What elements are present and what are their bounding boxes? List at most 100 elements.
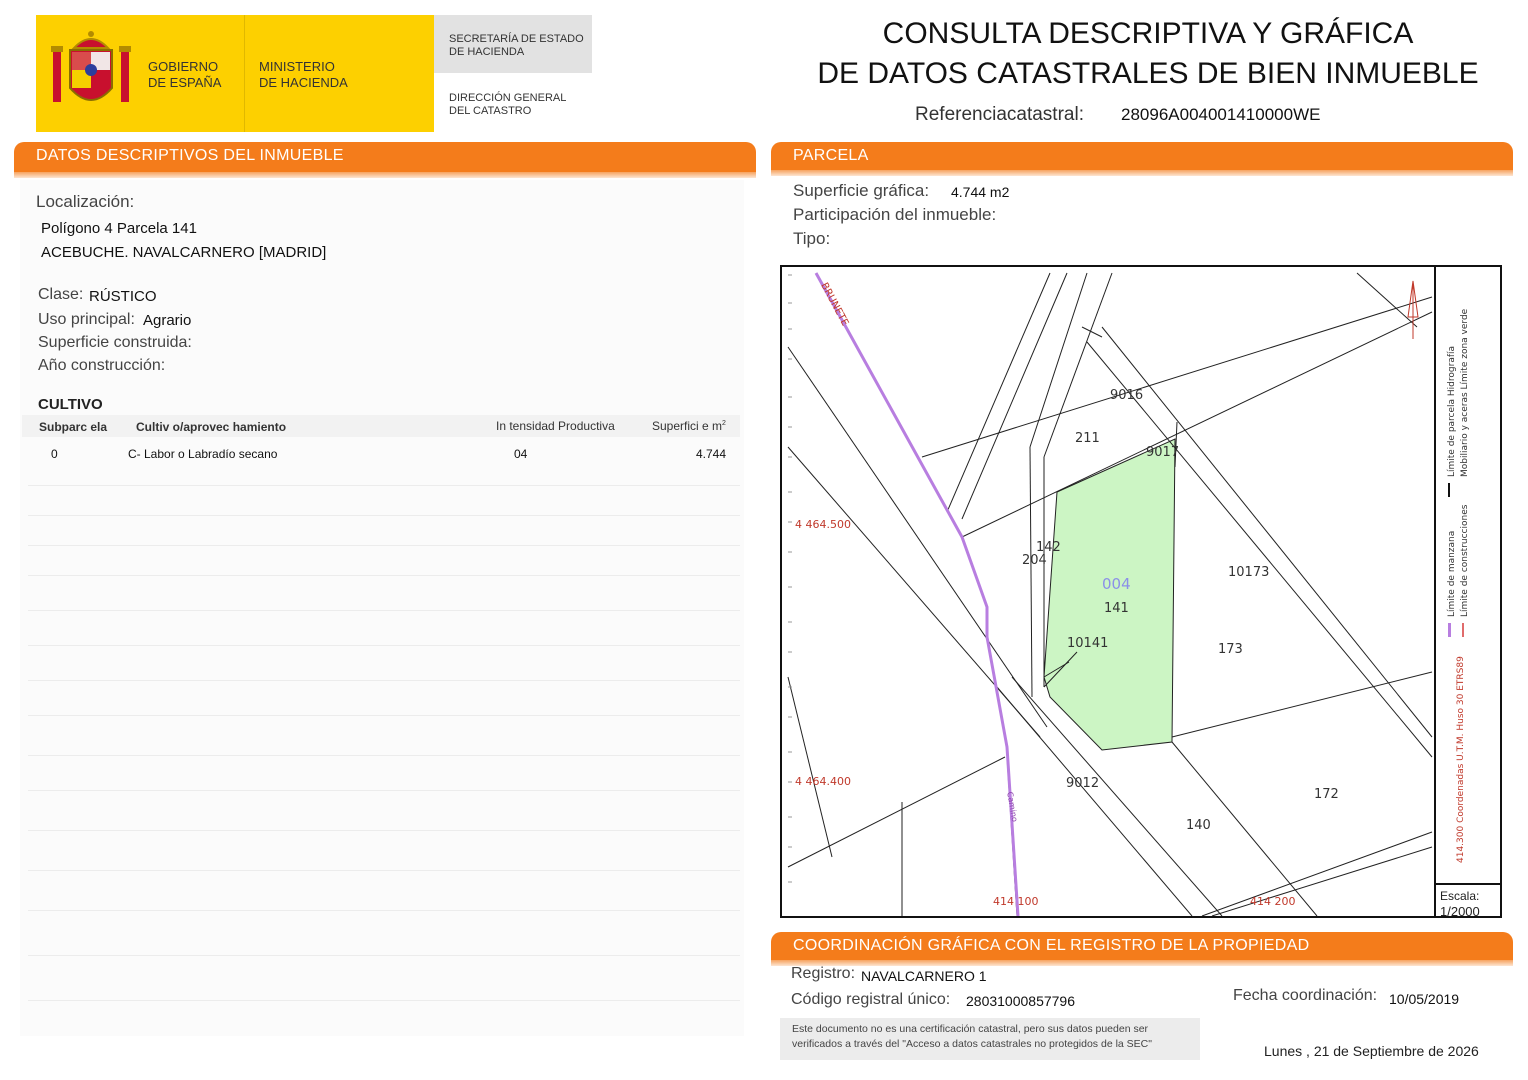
clase-value: RÚSTICO — [89, 288, 157, 305]
registro-label: Registro: — [791, 965, 856, 982]
table-divider — [28, 830, 740, 831]
parcel-10141: 10141 — [1067, 636, 1109, 651]
fecha-coordinacion-label: Fecha coordinación: — [1233, 987, 1378, 1004]
direccion-line1: DIRECCIÓN GENERAL — [449, 92, 567, 104]
table-divider — [28, 575, 740, 576]
table-divider — [28, 515, 740, 516]
parcel-9016: 9016 — [1110, 388, 1144, 403]
parcela-section-title: PARCELA — [793, 147, 869, 164]
scale-box: Escala: 1/2000 — [1434, 883, 1502, 919]
localizacion-label: Localización: — [36, 192, 135, 211]
col-superficie: Superfici e m2 — [652, 419, 726, 433]
codigo-label: Código registral único: — [791, 991, 951, 1008]
title-line2: DE DATOS CATASTRALES DE BIEN INMUEBLE — [817, 57, 1479, 90]
gov-line2: DE ESPAÑA — [148, 75, 222, 90]
ref-catastral-label: Referenciacatastral: — [915, 104, 1084, 125]
parcela-header-shadow — [771, 170, 1513, 176]
table-divider — [28, 545, 740, 546]
secretaria-line1: SECRETARÍA DE ESTADO — [449, 33, 584, 45]
table-divider — [28, 645, 740, 646]
col-subparcela: Subparc ela — [39, 420, 108, 434]
title-line1: CONSULTA DESCRIPTIVA Y GRÁFICA — [882, 17, 1414, 50]
parcel-140: 140 — [1186, 818, 1211, 833]
footer-date: Lunes , 21 de Septiembre de 2026 — [1264, 1043, 1479, 1059]
notice-line2: verificados a través del "Acceso a datos… — [792, 1038, 1152, 1050]
table-divider — [28, 870, 740, 871]
table-divider — [28, 715, 740, 716]
coordinacion-header-shadow — [771, 960, 1513, 966]
participacion-label: Participación del inmueble: — [793, 205, 997, 224]
logo-divider — [244, 15, 245, 132]
coord-y-4464400: 4 464.400 — [795, 775, 851, 788]
col-superficie-text: Superfici e m — [652, 419, 723, 433]
anio-construccion-label: Año construcción: — [38, 357, 166, 374]
legend-parcela-swatch — [1448, 483, 1450, 497]
disclaimer-notice: Este documento no es una certificación c… — [780, 1018, 1200, 1060]
descriptivos-header-shadow — [14, 172, 756, 178]
row-intensidad: 04 — [514, 447, 528, 461]
coord-x-414200: 414 200 — [1250, 895, 1296, 908]
coordinacion-section-header: COORDINACIÓN GRÁFICA CON EL REGISTRO DE … — [771, 932, 1513, 960]
row-subparcela: 0 — [51, 447, 58, 461]
secretaria-name: SECRETARÍA DE ESTADO DE HACIENDA — [449, 33, 584, 59]
legend-manzana-swatch — [1448, 623, 1451, 637]
clase-label: Clase: — [38, 286, 84, 303]
notice-line1: Este documento no es una certificación c… — [792, 1023, 1149, 1035]
parcel-141: 141 — [1104, 601, 1129, 616]
col-cultivo: Cultiv o/aprovec hamiento — [136, 420, 287, 434]
tipo-label: Tipo: — [793, 229, 831, 248]
gov-name: GOBIERNO DE ESPAÑA — [148, 59, 221, 91]
legend-mobiliario: Mobiliario y aceras Límite zona verde — [1460, 308, 1470, 477]
parcela-section-header: PARCELA — [771, 142, 1513, 170]
parcel-172: 172 — [1314, 787, 1339, 802]
coat-of-arms-icon — [51, 31, 131, 102]
table-divider — [28, 1000, 740, 1001]
parcel-211: 211 — [1075, 431, 1100, 446]
parcel-204: 204 — [1022, 553, 1047, 568]
uso-value: Agrario — [143, 312, 192, 329]
parcel-10173: 10173 — [1228, 565, 1270, 580]
localizacion-line1: Polígono 4 Parcela 141 — [41, 220, 197, 237]
scale-label: Escala: — [1440, 889, 1480, 903]
direccion-name: DIRECCIÓN GENERAL DEL CATASTRO — [449, 92, 566, 118]
table-divider — [28, 955, 740, 956]
registro-value: NAVALCARNERO 1 — [861, 968, 987, 984]
legend-construcciones: Límite de construcciones — [1460, 504, 1470, 617]
legend-construcciones-swatch — [1462, 623, 1464, 637]
coord-x-414100: 414 100 — [993, 895, 1039, 908]
col-superficie-sup: 2 — [722, 420, 726, 427]
cultivo-table-header — [22, 415, 740, 437]
table-divider — [28, 680, 740, 681]
superficie-grafica-value: 4.744 m2 — [951, 184, 1010, 200]
cultivo-title: CULTIVO — [38, 396, 103, 413]
row-cultivo: C- Labor o Labradío secano — [128, 447, 278, 461]
secretaria-line2: DE HACIENDA — [449, 46, 525, 58]
ministry-line2: DE HACIENDA — [259, 75, 348, 90]
superficie-grafica-label: Superficie gráfica: — [793, 181, 930, 200]
direccion-line2: DEL CATASTRO — [449, 105, 532, 117]
table-divider — [28, 610, 740, 611]
ref-catastral-value: 28096A004001410000WE — [1121, 105, 1321, 124]
poligono-label: 004 — [1102, 575, 1131, 593]
map-legend: Límite de parcela Hidrografía Mobiliario… — [1434, 265, 1502, 885]
cadastral-map[interactable]: BRUNETE Camino 9016 211 9017 142 204 004… — [780, 265, 1502, 918]
coord-y-4464500: 4 464.500 — [795, 518, 851, 531]
row-superficie: 4.744 — [696, 447, 727, 461]
table-divider — [28, 485, 740, 486]
ministry-name: MINISTERIO DE HACIENDA — [259, 59, 348, 91]
legend-manzana: Límite de manzana — [1447, 530, 1457, 617]
gov-line1: GOBIERNO — [148, 59, 219, 74]
parcel-173: 173 — [1218, 642, 1243, 657]
col-intensidad: In tensidad Productiva — [496, 419, 615, 433]
localizacion-line2: ACEBUCHE. NAVALCARNERO [MADRID] — [41, 244, 327, 261]
scale-value: 1/2000 — [1440, 904, 1480, 919]
table-divider — [28, 910, 740, 911]
superficie-construida-label: Superficie construida: — [38, 334, 192, 351]
uso-label: Uso principal: — [38, 311, 135, 328]
map-drawing — [787, 272, 1433, 916]
table-divider — [28, 790, 740, 791]
ministry-line1: MINISTERIO — [259, 59, 335, 74]
legend-coords: 414.300 Coordenadas U.T.M. Huso 30 ETRS8… — [1456, 656, 1466, 863]
descriptivos-section-header: DATOS DESCRIPTIVOS DEL INMUEBLE — [14, 142, 756, 172]
descriptivos-section-title: DATOS DESCRIPTIVOS DEL INMUEBLE — [36, 147, 344, 164]
